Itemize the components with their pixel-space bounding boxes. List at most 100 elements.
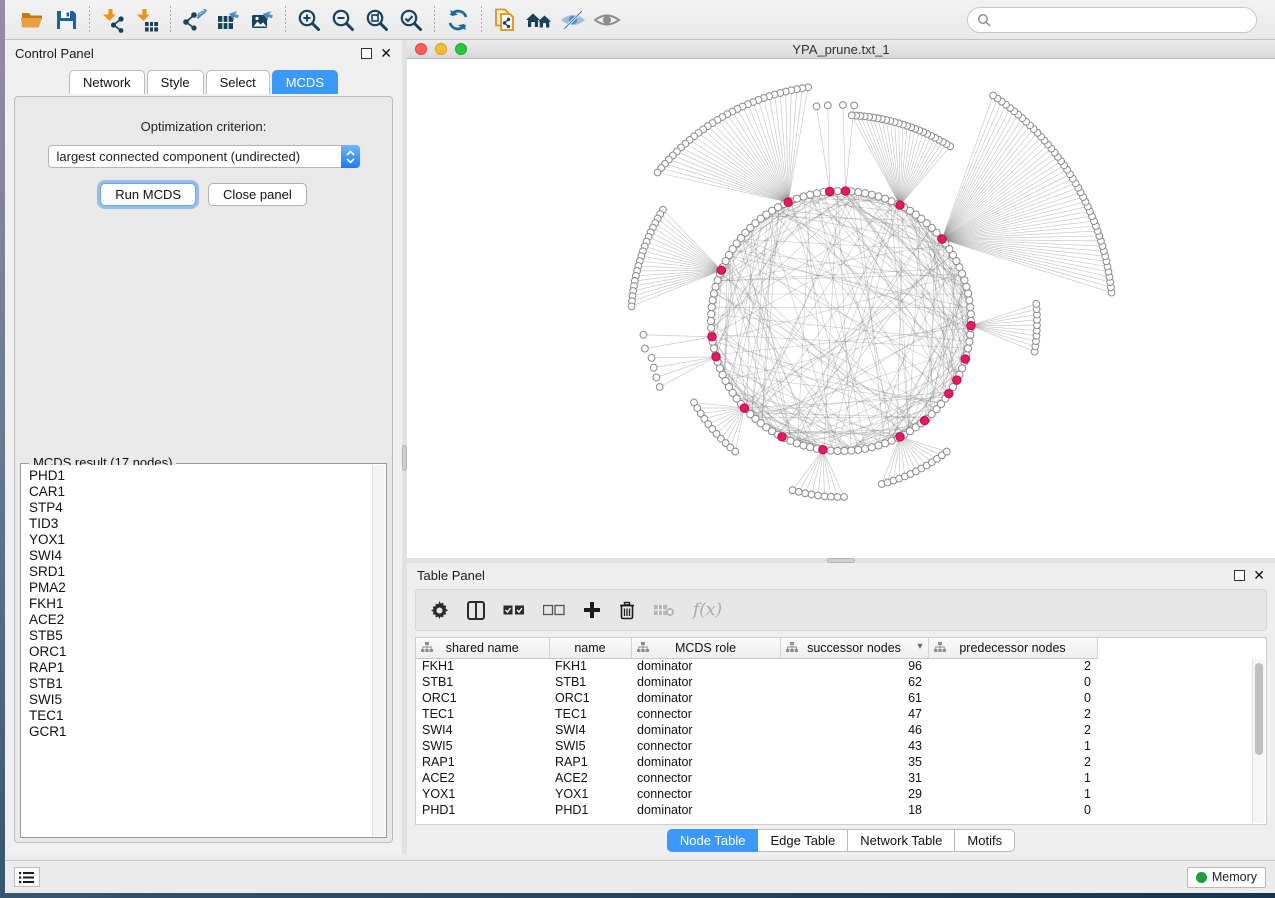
import-table-button[interactable] [130, 4, 164, 36]
table-row[interactable]: SWI4SWI4dominator462 [416, 722, 1097, 738]
network-graph[interactable] [407, 59, 1275, 557]
table-row[interactable]: YOX1YOX1connector291 [416, 786, 1097, 802]
mcds-result-item[interactable]: TEC1 [29, 708, 372, 724]
deselect-all-rows-button[interactable] [543, 603, 565, 617]
mcds-result-item[interactable]: YOX1 [29, 532, 372, 548]
zoom-selected-button[interactable] [394, 4, 428, 36]
float-panel-icon[interactable] [361, 48, 372, 59]
mcds-result-item[interactable]: SWI4 [29, 548, 372, 564]
sort-chevron-icon[interactable]: ▾ [917, 641, 922, 652]
column-header-successor-nodes[interactable]: successor nodes▾ [780, 638, 928, 658]
select-all-rows-button[interactable] [503, 603, 525, 617]
optimization-criterion-label: Optimization criterion: [15, 119, 392, 134]
tab-network-table[interactable]: Network Table [848, 829, 955, 852]
zoom-out-button[interactable] [326, 4, 360, 36]
split-pane-icon [467, 601, 485, 620]
mcds-result-item[interactable]: RAP1 [29, 660, 372, 676]
unchecked-boxes-icon [543, 603, 565, 617]
table-row[interactable]: ORC1ORC1dominator610 [416, 690, 1097, 706]
close-panel-button[interactable]: Close panel [208, 183, 307, 206]
table-row[interactable]: PHD1PHD1dominator180 [416, 802, 1097, 818]
mcds-list-scrollbar[interactable] [372, 465, 385, 836]
float-panel-icon[interactable] [1234, 570, 1245, 581]
table-row[interactable]: SWI5SWI5connector431 [416, 738, 1097, 754]
run-mcds-button[interactable]: Run MCDS [100, 183, 196, 206]
duplicate-network-button[interactable] [488, 4, 522, 36]
memory-status-icon [1196, 872, 1207, 883]
mcds-result-item[interactable]: PHD1 [29, 468, 372, 484]
toolbar-separator [434, 6, 435, 34]
show-all-button[interactable] [590, 4, 624, 36]
table-row[interactable]: FKH1FKH1dominator962 [416, 658, 1097, 674]
table-row[interactable]: STB1STB1dominator620 [416, 674, 1097, 690]
tab-mcds[interactable]: MCDS [272, 70, 338, 94]
table-scrollbar[interactable] [1252, 659, 1265, 823]
search-input[interactable] [997, 13, 1247, 27]
close-panel-icon[interactable]: ✕ [1253, 570, 1265, 581]
control-panel-tabbar: NetworkStyleSelectMCDS [5, 70, 402, 94]
plus-icon [583, 601, 601, 619]
close-panel-icon[interactable]: ✕ [380, 48, 392, 59]
import-network-icon [100, 7, 126, 33]
mcds-result-item[interactable]: STP4 [29, 500, 372, 516]
search-field[interactable] [967, 7, 1257, 33]
mcds-result-item[interactable]: ORC1 [29, 644, 372, 660]
checked-boxes-icon [503, 603, 525, 617]
table-panel-tabbar: Node TableEdge TableNetwork TableMotifs [407, 829, 1275, 852]
mcds-result-item[interactable]: SWI5 [29, 692, 372, 708]
mcds-result-item[interactable]: GCR1 [29, 724, 372, 740]
mcds-result-item[interactable]: STB1 [29, 676, 372, 692]
zoom-fit-button[interactable] [360, 4, 394, 36]
table-row[interactable]: RAP1RAP1dominator352 [416, 754, 1097, 770]
criterion-dropdown[interactable]: largest connected component (undirected) [48, 145, 360, 168]
mcds-result-item[interactable]: TID3 [29, 516, 372, 532]
open-file-button[interactable] [15, 4, 49, 36]
column-header-shared-name[interactable]: shared name [416, 638, 549, 658]
toolbar-separator [170, 6, 171, 34]
table-options-button[interactable] [430, 601, 449, 620]
mcds-result-item[interactable]: SRD1 [29, 564, 372, 580]
column-header-predecessor-nodes[interactable]: predecessor nodes [928, 638, 1097, 658]
open-folder-icon [19, 7, 45, 33]
table-row[interactable]: TEC1TEC1connector472 [416, 706, 1097, 722]
import-network-button[interactable] [96, 4, 130, 36]
mcds-result-item[interactable]: STB5 [29, 628, 372, 644]
status-bar: Memory [5, 860, 1275, 893]
table-row[interactable]: ACE2ACE2connector311 [416, 770, 1097, 786]
node-table: shared namenameMCDS rolesuccessor nodes▾… [415, 637, 1267, 825]
mcds-result-item[interactable]: FKH1 [29, 596, 372, 612]
tab-node-table[interactable]: Node Table [667, 829, 759, 852]
mcds-result-item[interactable]: PMA2 [29, 580, 372, 596]
zoom-in-button[interactable] [292, 4, 326, 36]
export-table-icon [215, 7, 241, 33]
tab-select[interactable]: Select [206, 70, 270, 94]
show-column-panel-button[interactable] [467, 601, 485, 620]
create-column-button[interactable] [583, 601, 601, 619]
memory-button[interactable]: Memory [1187, 867, 1266, 888]
export-table-button[interactable] [211, 4, 245, 36]
network-canvas[interactable] [407, 59, 1275, 557]
hide-selected-button[interactable] [556, 4, 590, 36]
tab-edge-table[interactable]: Edge Table [758, 829, 848, 852]
network-window-titlebar[interactable]: YPA_prune.txt_1 [407, 40, 1275, 59]
column-header-name[interactable]: name [549, 638, 631, 658]
save-session-button[interactable] [49, 4, 83, 36]
table-scrollbar-thumb[interactable] [1255, 663, 1263, 755]
delete-table-icon [653, 602, 675, 618]
column-header-MCDS-role[interactable]: MCDS role [631, 638, 780, 658]
show-panels-button[interactable] [14, 867, 40, 887]
mcds-result-item[interactable]: CAR1 [29, 484, 372, 500]
tab-network[interactable]: Network [69, 70, 145, 94]
zoom-in-icon [296, 7, 322, 33]
tab-style[interactable]: Style [147, 70, 204, 94]
export-network-button[interactable] [177, 4, 211, 36]
export-image-button[interactable] [245, 4, 279, 36]
refresh-view-button[interactable] [441, 4, 475, 36]
mcds-result-item[interactable]: ACE2 [29, 612, 372, 628]
network-view-window: YPA_prune.txt_1 [407, 40, 1275, 558]
delete-column-button[interactable] [619, 601, 635, 620]
first-neighbors-button[interactable] [522, 4, 556, 36]
mcds-result-list[interactable]: PHD1CAR1STP4TID3YOX1SWI4SRD1PMA2FKH1ACE2… [22, 465, 372, 836]
tab-motifs[interactable]: Motifs [955, 829, 1015, 852]
toolbar-separator [89, 6, 90, 34]
